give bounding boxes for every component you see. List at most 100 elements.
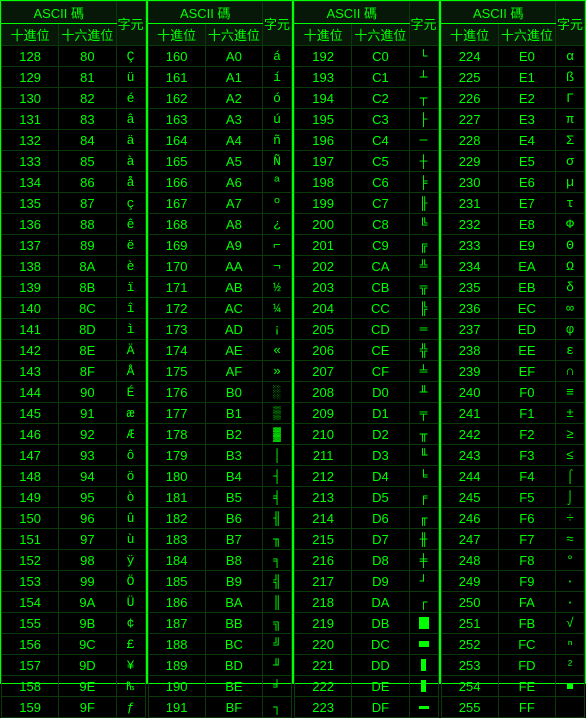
cell-decimal: 243 (441, 445, 498, 466)
table-row: 231E7τ (441, 193, 585, 214)
cell-char: ÷ (556, 508, 585, 529)
cell-decimal: 178 (148, 424, 205, 445)
table-row: 234EAΩ (441, 256, 585, 277)
table-row: 196C4─ (295, 130, 439, 151)
cell-decimal: 167 (148, 193, 205, 214)
cell-hex: FE (498, 676, 555, 697)
cell-hex: B1 (205, 403, 262, 424)
cell-hex: 81 (59, 67, 116, 88)
cell-hex: C4 (352, 130, 409, 151)
table-row: 243F3≤ (441, 445, 585, 466)
table-row: 248F8° (441, 550, 585, 571)
cell-hex: BC (205, 634, 262, 655)
table-row: 216D8╪ (295, 550, 439, 571)
cell-decimal: 214 (295, 508, 352, 529)
table-row: 1408Cî (2, 298, 146, 319)
cell-decimal: 170 (148, 256, 205, 277)
cell-char: ╘ (409, 466, 438, 487)
table-row: 242F2≥ (441, 424, 585, 445)
cell-decimal: 216 (295, 550, 352, 571)
cell-hex: AC (205, 298, 262, 319)
cell-decimal: 128 (2, 46, 59, 67)
header-decimal: 十進位 (295, 24, 352, 46)
cell-char: ú (263, 109, 292, 130)
cell-decimal: 238 (441, 340, 498, 361)
table-row: 15298ÿ (2, 550, 146, 571)
cell-char: ┐ (263, 697, 292, 718)
cell-decimal: 132 (2, 130, 59, 151)
cell-char (409, 634, 438, 655)
cell-decimal: 157 (2, 655, 59, 676)
cell-decimal: 137 (2, 235, 59, 256)
cell-hex: DE (352, 676, 409, 697)
cell-char: ╤ (409, 403, 438, 424)
cell-hex: F8 (498, 550, 555, 571)
cell-decimal: 253 (441, 655, 498, 676)
table-row: 199C7╟ (295, 193, 439, 214)
cell-char: Ö (116, 571, 145, 592)
cell-hex: 8C (59, 298, 116, 319)
cell-char: Ü (116, 592, 145, 613)
cell-decimal: 164 (148, 130, 205, 151)
header-char: 字元 (556, 2, 585, 46)
cell-decimal: 173 (148, 319, 205, 340)
cell-decimal: 156 (2, 634, 59, 655)
cell-decimal: 162 (148, 88, 205, 109)
cell-decimal: 148 (2, 466, 59, 487)
table-row: 13082é (2, 88, 146, 109)
table-row: 191BF┐ (148, 697, 292, 718)
cell-char: ╢ (263, 508, 292, 529)
cell-char: à (116, 151, 145, 172)
table-row: 210D2╥ (295, 424, 439, 445)
table-row: 241F1± (441, 403, 585, 424)
cell-decimal: 220 (295, 634, 352, 655)
ascii-column-2: ASCII 碼字元十進位十六進位192C0└193C1┴194C2┬195C3├… (293, 0, 440, 684)
cell-decimal: 136 (2, 214, 59, 235)
cell-char: ╪ (409, 550, 438, 571)
cell-hex: 83 (59, 109, 116, 130)
cell-hex: B7 (205, 529, 262, 550)
cell-hex: E7 (498, 193, 555, 214)
cell-hex: D2 (352, 424, 409, 445)
table-row: 230E6µ (441, 172, 585, 193)
cell-decimal: 242 (441, 424, 498, 445)
table-row: 1569C£ (2, 634, 146, 655)
cell-char: ╣ (263, 571, 292, 592)
cell-char: µ (556, 172, 585, 193)
cell-char: ╚ (409, 214, 438, 235)
cell-decimal: 211 (295, 445, 352, 466)
ascii-table: ASCII 碼字元十進位十六進位160A0á161A1í162A2ó163A3ú… (148, 1, 293, 718)
cell-decimal: 232 (441, 214, 498, 235)
cell-hex: B0 (205, 382, 262, 403)
cell-decimal: 131 (2, 109, 59, 130)
cell-decimal: 210 (295, 424, 352, 445)
table-row: 222DE (295, 676, 439, 697)
cell-hex: E1 (498, 67, 555, 88)
cell-decimal: 190 (148, 676, 205, 697)
table-row: 1599Fƒ (2, 697, 146, 718)
cell-hex: 8A (59, 256, 116, 277)
cell-hex: EA (498, 256, 555, 277)
cell-hex: C2 (352, 88, 409, 109)
cell-char: ä (116, 130, 145, 151)
cell-char: ╔ (409, 235, 438, 256)
cell-decimal: 198 (295, 172, 352, 193)
cell-decimal: 186 (148, 592, 205, 613)
cell-hex: B5 (205, 487, 262, 508)
cell-char: α (556, 46, 585, 67)
table-row: 209D1╤ (295, 403, 439, 424)
cell-decimal: 153 (2, 571, 59, 592)
table-row: 206CE╬ (295, 340, 439, 361)
cell-hex: 96 (59, 508, 116, 529)
cell-hex: F7 (498, 529, 555, 550)
table-row: 1579D¥ (2, 655, 146, 676)
cell-char: Å (116, 361, 145, 382)
cell-hex: 9C (59, 634, 116, 655)
cell-hex: 87 (59, 193, 116, 214)
cell-hex: B2 (205, 424, 262, 445)
table-row: 235EBδ (441, 277, 585, 298)
cell-hex: 9F (59, 697, 116, 718)
table-row: 233E9Θ (441, 235, 585, 256)
table-row: 14995ò (2, 487, 146, 508)
ascii-column-1: ASCII 碼字元十進位十六進位160A0á161A1í162A2ó163A3ú… (147, 0, 294, 684)
